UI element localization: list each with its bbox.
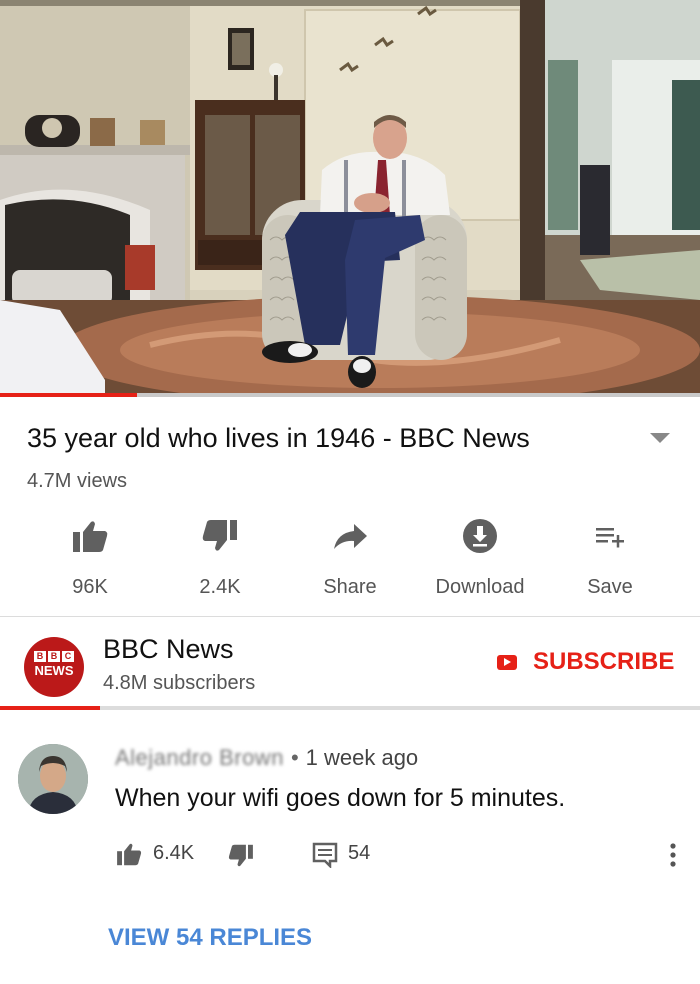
commenter-avatar[interactable] [18, 744, 88, 814]
download-button[interactable]: Download [420, 510, 540, 599]
subscribe-label: SUBSCRIBE [533, 648, 675, 675]
bbc-logo-letter: B [48, 651, 60, 662]
thumb-up-icon [73, 521, 108, 552]
channel-name[interactable]: BBC News [103, 634, 234, 665]
video-progress-fill [0, 393, 137, 397]
video-frame-image [0, 0, 700, 393]
share-button[interactable]: Share [290, 510, 410, 599]
subscriber-count: 4.8M subscribers [103, 672, 256, 694]
comment-dislike-icon[interactable] [227, 842, 255, 870]
comment-text: When your wifi goes down for 5 minutes. [115, 784, 566, 812]
bbc-logo-letter: C [62, 651, 74, 662]
youtube-play-icon [497, 654, 517, 670]
comment-like-count: 6.4K [153, 842, 195, 864]
video-player[interactable] [0, 0, 700, 393]
download-label: Download [435, 576, 525, 598]
download-icon [463, 519, 497, 553]
save-label: Save [587, 576, 633, 598]
bbc-logo-news: NEWS [34, 663, 74, 678]
person-avatar-image [18, 744, 88, 814]
like-count: 96K [72, 576, 108, 598]
thumb-down-icon [202, 520, 237, 551]
comment-like-icon[interactable] [115, 840, 143, 868]
save-button[interactable]: Save [550, 510, 670, 599]
video-progress-bar[interactable] [0, 393, 700, 397]
playlist-add-icon [596, 528, 624, 548]
section-divider-accent [0, 706, 100, 710]
view-replies-link[interactable]: VIEW 54 REPLIES [108, 924, 312, 952]
view-count: 4.7M views [27, 470, 128, 492]
meta-separator: • [290, 745, 299, 770]
section-divider [0, 706, 700, 710]
comment-meta: Alejandro Brown • 1 week ago [115, 745, 418, 771]
channel-avatar[interactable]: B B C NEWS [24, 637, 84, 697]
more-options-icon[interactable] [663, 840, 683, 870]
comment-actions: 6.4K 54 [115, 838, 685, 872]
subscribe-button[interactable]: SUBSCRIBE [497, 648, 674, 676]
comment-time: 1 week ago [305, 745, 419, 770]
share-label: Share [323, 576, 377, 598]
bbc-news-logo: B B C NEWS [30, 651, 78, 678]
action-bar: 96K 2.4K Share Download Save [0, 510, 700, 610]
like-button[interactable]: 96K [30, 510, 150, 599]
reply-icon[interactable] [312, 842, 338, 868]
share-arrow-icon [334, 524, 367, 549]
divider [0, 616, 700, 617]
bbc-logo-letter: B [34, 651, 46, 662]
dislike-button[interactable]: 2.4K [160, 510, 280, 599]
video-title: 35 year old who lives in 1946 - BBC News [27, 423, 530, 453]
comment-reply-count: 54 [348, 842, 371, 864]
dislike-count: 2.4K [199, 576, 241, 598]
comment-author[interactable]: Alejandro Brown [115, 745, 284, 771]
expand-description-chevron-icon[interactable] [646, 428, 674, 448]
